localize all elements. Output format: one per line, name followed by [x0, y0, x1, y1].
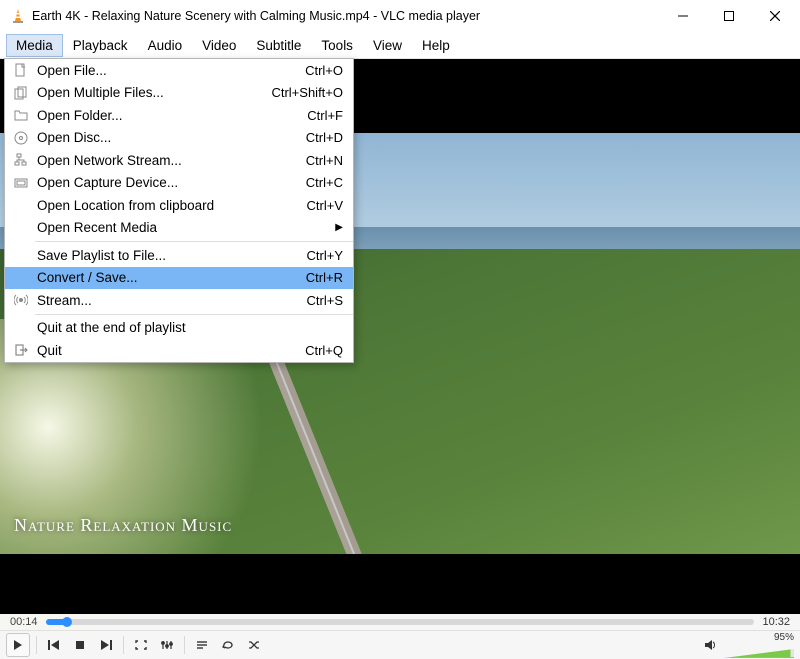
menu-item-label: Quit: [37, 343, 305, 358]
menu-item-save-playlist-to-file[interactable]: Save Playlist to File...Ctrl+Y: [5, 244, 353, 267]
disc-icon: [11, 130, 31, 146]
menu-item-quit-at-the-end-of-playlist[interactable]: Quit at the end of playlist: [5, 317, 353, 340]
menu-item-open-disc[interactable]: Open Disc...Ctrl+D: [5, 127, 353, 150]
menu-item-shortcut: Ctrl+Q: [305, 343, 343, 358]
blank-icon: [11, 197, 31, 213]
minimize-button[interactable]: [660, 0, 706, 32]
capture-icon: [11, 175, 31, 191]
close-button[interactable]: [752, 0, 798, 32]
quit-icon: [11, 342, 31, 358]
video-watermark: Nature Relaxation Music: [14, 515, 232, 536]
menu-item-label: Open Location from clipboard: [37, 198, 307, 213]
menu-item-label: Open File...: [37, 63, 305, 78]
menu-item-shortcut: Ctrl+Shift+O: [271, 85, 343, 100]
submenu-arrow-icon: ▶: [335, 222, 343, 233]
blank-icon: [11, 247, 31, 263]
menu-tools[interactable]: Tools: [311, 34, 363, 57]
volume-area: 95%: [704, 632, 794, 658]
titlebar: Earth 4K - Relaxing Nature Scenery with …: [0, 0, 800, 32]
menu-item-open-network-stream[interactable]: Open Network Stream...Ctrl+N: [5, 149, 353, 172]
folder-icon: [11, 107, 31, 123]
blank-icon: [11, 220, 31, 236]
app-window: Earth 4K - Relaxing Nature Scenery with …: [0, 0, 800, 659]
menubar: MediaPlaybackAudioVideoSubtitleToolsView…: [0, 32, 800, 59]
media-menu-dropdown: Open File...Ctrl+OOpen Multiple Files...…: [4, 58, 354, 363]
files-icon: [11, 85, 31, 101]
seek-bar[interactable]: [46, 619, 755, 625]
menu-video[interactable]: Video: [192, 34, 246, 57]
menu-item-shortcut: Ctrl+Y: [307, 248, 343, 263]
menu-item-label: Stream...: [37, 293, 307, 308]
menu-item-label: Open Recent Media: [37, 220, 335, 235]
menu-item-label: Open Capture Device...: [37, 175, 306, 190]
menu-item-label: Open Folder...: [37, 108, 307, 123]
mute-icon[interactable]: [704, 639, 718, 651]
vlc-cone-icon: [10, 8, 26, 24]
menu-playback[interactable]: Playback: [63, 34, 138, 57]
menu-item-open-recent-media[interactable]: Open Recent Media▶: [5, 217, 353, 240]
menu-item-quit[interactable]: QuitCtrl+Q: [5, 339, 353, 362]
menu-help[interactable]: Help: [412, 34, 460, 57]
menu-item-label: Open Disc...: [37, 130, 306, 145]
file-icon: [11, 62, 31, 78]
menu-item-shortcut: Ctrl+R: [306, 270, 343, 285]
menu-item-label: Open Multiple Files...: [37, 85, 271, 100]
menu-item-shortcut: Ctrl+S: [307, 293, 343, 308]
menu-item-open-location-from-clipboard[interactable]: Open Location from clipboardCtrl+V: [5, 194, 353, 217]
menu-item-open-file[interactable]: Open File...Ctrl+O: [5, 59, 353, 82]
menu-item-shortcut: Ctrl+N: [306, 153, 343, 168]
menu-item-open-folder[interactable]: Open Folder...Ctrl+F: [5, 104, 353, 127]
blank-icon: [11, 320, 31, 336]
menu-audio[interactable]: Audio: [138, 34, 193, 57]
network-icon: [11, 152, 31, 168]
menu-item-shortcut: Ctrl+D: [306, 130, 343, 145]
volume-percent: 95%: [774, 632, 794, 643]
menu-item-shortcut: Ctrl+O: [305, 63, 343, 78]
menu-item-label: Open Network Stream...: [37, 153, 306, 168]
menu-item-open-capture-device[interactable]: Open Capture Device...Ctrl+C: [5, 172, 353, 195]
menu-item-label: Save Playlist to File...: [37, 248, 307, 263]
menu-item-shortcut: Ctrl+F: [307, 108, 343, 123]
menu-media[interactable]: Media: [6, 34, 63, 57]
volume-slider[interactable]: [724, 649, 794, 658]
menu-item-label: Convert / Save...: [37, 270, 306, 285]
menu-item-open-multiple-files[interactable]: Open Multiple Files...Ctrl+Shift+O: [5, 82, 353, 105]
menu-item-convert-save[interactable]: Convert / Save...Ctrl+R: [5, 267, 353, 290]
menu-item-shortcut: Ctrl+V: [307, 198, 343, 213]
window-title: Earth 4K - Relaxing Nature Scenery with …: [32, 9, 660, 23]
stream-icon: [11, 292, 31, 308]
menu-item-label: Quit at the end of playlist: [37, 320, 343, 335]
menu-view[interactable]: View: [363, 34, 412, 57]
menu-item-stream[interactable]: Stream...Ctrl+S: [5, 289, 353, 312]
menu-item-shortcut: Ctrl+C: [306, 175, 343, 190]
blank-icon: [11, 270, 31, 286]
menu-subtitle[interactable]: Subtitle: [246, 34, 311, 57]
time-total[interactable]: 10:32: [762, 616, 790, 628]
maximize-button[interactable]: [706, 0, 752, 32]
